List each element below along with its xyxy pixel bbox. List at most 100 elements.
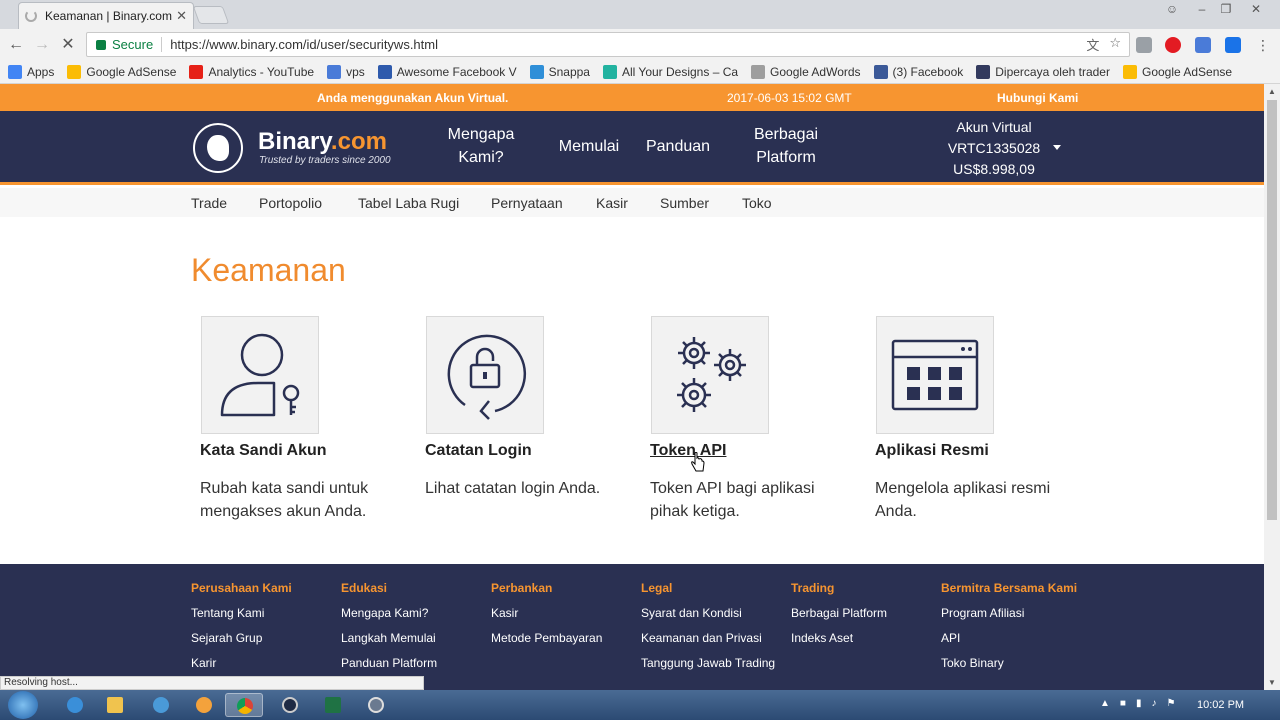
volume-icon[interactable]: ♪ — [1151, 698, 1156, 709]
taskbar-explorer-icon[interactable] — [96, 693, 134, 717]
taskbar-clock[interactable]: 10:02 PM — [1197, 699, 1244, 711]
secure-label: Secure — [112, 37, 154, 52]
windows-taskbar: ▲ ■ ▮ ♪ ⚑ 10:02 PM — [0, 690, 1280, 720]
subnav-item[interactable]: Trade — [191, 195, 227, 211]
footer-link[interactable]: Indeks Aset — [791, 632, 931, 645]
footer-link[interactable]: Metode Pembayaran — [491, 632, 631, 645]
forward-icon[interactable]: → — [31, 34, 53, 56]
bookmark-label: Google AdSense — [1141, 64, 1233, 79]
footer-link[interactable]: Langkah Memulai — [341, 632, 481, 645]
taskbar-media-icon[interactable] — [185, 693, 223, 717]
footer-link[interactable]: API — [941, 632, 1081, 645]
taskbar-excel-icon[interactable] — [314, 693, 352, 717]
screen-extension-icon[interactable] — [1195, 37, 1211, 53]
footer-link[interactable]: Keamanan dan Privasi — [641, 632, 781, 645]
bookmark-star-icon[interactable]: ☆ — [1109, 35, 1121, 54]
new-tab-button[interactable] — [192, 6, 230, 24]
footer-link[interactable]: Tentang Kami — [191, 607, 331, 620]
maximize-icon[interactable]: ❐ — [1212, 0, 1240, 20]
taskbar-chrome-icon[interactable] — [225, 693, 263, 717]
user-key-icon — [220, 333, 300, 417]
card-title-authorised-apps[interactable]: Aplikasi Resmi — [875, 442, 989, 460]
api-token-card-icon[interactable] — [651, 316, 769, 434]
footer-link[interactable]: Sejarah Grup — [191, 632, 331, 645]
taskbar-ie-icon[interactable] — [56, 693, 94, 717]
nav-get-started[interactable]: Memulai — [552, 135, 626, 158]
menu-kebab-icon[interactable]: ⋮ — [1252, 34, 1274, 56]
logo-wordmark[interactable]: Binary.com — [258, 128, 387, 156]
footer-link[interactable]: Berbagai Platform — [791, 607, 931, 620]
footer-link[interactable]: Syarat dan Kondisi — [641, 607, 781, 620]
nav-guide[interactable]: Panduan — [640, 135, 716, 158]
bookmark-item[interactable]: vps — [327, 64, 365, 79]
tray-expand-icon[interactable]: ▲ — [1100, 698, 1110, 709]
tray-app-icon[interactable]: ■ — [1120, 698, 1126, 709]
subnav-item[interactable]: Kasir — [596, 195, 628, 211]
vpn-extension-icon[interactable] — [1225, 37, 1241, 53]
action-center-icon[interactable]: ⚑ — [1166, 698, 1175, 709]
bookmark-item[interactable]: Snappa — [529, 64, 590, 79]
nav-platforms-line1: Berbagai — [753, 126, 819, 143]
taskbar-clock-app-icon[interactable] — [357, 693, 395, 717]
scroll-up-icon[interactable]: ▲ — [1268, 87, 1276, 96]
footer-link[interactable]: Panduan Platform — [341, 657, 481, 670]
bookmark-item[interactable]: (3) Facebook — [873, 64, 963, 79]
scrollbar-thumb[interactable] — [1267, 100, 1277, 520]
bookmark-label: Awesome Facebook V — [396, 64, 517, 79]
taskbar-app-icon[interactable] — [142, 693, 180, 717]
logo-tagline: Trusted by traders since 2000 — [259, 155, 391, 166]
pocket-extension-icon[interactable] — [1165, 37, 1181, 53]
subnav-item[interactable]: Sumber — [660, 195, 709, 211]
footer-link[interactable]: Mengapa Kami? — [341, 607, 481, 620]
nav-platforms[interactable]: Berbagai Platform — [746, 123, 826, 169]
subnav-item[interactable]: Tabel Laba Rugi — [358, 195, 459, 211]
card-title-api-token[interactable]: Token API — [650, 442, 726, 460]
login-history-card-icon[interactable] — [426, 316, 544, 434]
footer-link[interactable]: Tanggung Jawab Trading — [641, 657, 781, 670]
stop-icon[interactable]: ✕ — [57, 34, 79, 56]
bookmark-item[interactable]: Apps — [8, 64, 54, 79]
window-close-icon[interactable]: ✕ — [1242, 0, 1270, 20]
nav-why-us[interactable]: Mengapa Kami? — [440, 123, 522, 169]
bookmark-label: Google AdWords — [770, 64, 861, 79]
translate-icon[interactable]: 文 — [1086, 35, 1099, 54]
footer-link[interactable]: Toko Binary — [941, 657, 1081, 670]
bookmark-label: vps — [346, 64, 365, 79]
windows-start-icon[interactable] — [8, 691, 38, 719]
bookmark-item[interactable]: Google AdSense — [67, 64, 176, 79]
card-title-login-history[interactable]: Catatan Login — [425, 442, 532, 460]
subnav-item[interactable]: Portopolio — [259, 195, 322, 211]
extension-icon[interactable] — [1136, 37, 1152, 53]
footer-link[interactable]: Program Afiliasi — [941, 607, 1081, 620]
bookmark-item[interactable]: Google AdSense — [1122, 64, 1233, 79]
binary-logo-icon[interactable] — [193, 123, 243, 173]
bookmark-item[interactable]: Analytics - YouTube — [189, 64, 314, 79]
tray-network-icon[interactable]: ▮ — [1136, 698, 1142, 709]
footer-column: Bermitra Bersama Kami Program Afiliasi API… — [941, 582, 1081, 682]
account-switcher[interactable]: Akun Virtual VRTC1335028 US$8.998,09 — [930, 117, 1058, 180]
profile-icon[interactable]: ☺ — [1158, 0, 1186, 20]
bookmark-item[interactable]: All Your Designs – Ca — [602, 64, 738, 79]
hand-cursor-icon — [691, 452, 705, 472]
authorised-apps-card-icon[interactable] — [876, 316, 994, 434]
footer-heading: Edukasi — [341, 581, 388, 595]
address-bar[interactable]: Secure https://www.binary.com/id/user/se… — [86, 32, 1130, 57]
bookmark-item[interactable]: Awesome Facebook V — [377, 64, 517, 79]
url-text[interactable]: https://www.binary.com/id/user/securityw… — [170, 37, 438, 52]
subnav-item[interactable]: Toko — [742, 195, 772, 211]
taskbar-recorder-icon[interactable] — [271, 693, 309, 717]
footer-link[interactable]: Kasir — [491, 607, 631, 620]
scroll-down-icon[interactable]: ▼ — [1268, 678, 1276, 687]
contact-link[interactable]: Hubungi Kami — [997, 91, 1078, 105]
chevron-down-icon[interactable] — [1053, 145, 1061, 150]
footer-link[interactable]: Karir — [191, 657, 331, 670]
page-scrollbar[interactable]: ▲ ▼ — [1264, 84, 1280, 690]
card-title-account-password[interactable]: Kata Sandi Akun — [200, 442, 327, 460]
browser-tab[interactable]: Keamanan | Binary.com ✕ — [18, 2, 194, 29]
back-icon[interactable]: ← — [5, 34, 27, 56]
bookmark-item[interactable]: Google AdWords — [751, 64, 861, 79]
tab-close-icon[interactable]: ✕ — [176, 8, 187, 24]
bookmark-item[interactable]: Dipercaya oleh trader — [976, 64, 1110, 79]
subnav-item[interactable]: Pernyataan — [491, 195, 563, 211]
account-password-card-icon[interactable] — [201, 316, 319, 434]
